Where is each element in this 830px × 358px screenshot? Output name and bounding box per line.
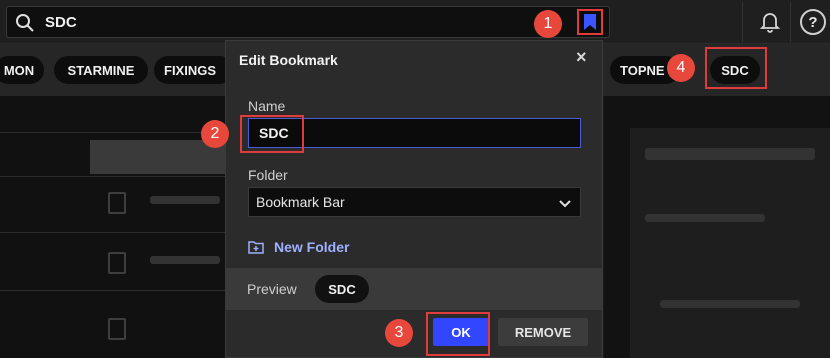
bookmark-icon (584, 14, 596, 30)
annotation-marker-4: 4 (667, 54, 695, 82)
divider (0, 232, 225, 233)
blurred-text (150, 196, 220, 204)
annotation-highlight (705, 47, 767, 89)
preview-chip: SDC (315, 275, 369, 303)
search-query: SDC (45, 14, 77, 31)
divider (0, 176, 225, 177)
preview-row: Preview SDC (226, 268, 602, 310)
annotation-marker-1: 1 (534, 10, 562, 38)
document-icon (108, 192, 126, 214)
blurred-text (150, 256, 220, 264)
annotation-marker-2: 2 (201, 120, 229, 148)
annotation-highlight (426, 312, 490, 356)
search-input[interactable]: SDC (6, 6, 610, 38)
notification-bell-icon[interactable] (758, 10, 782, 34)
preview-label: Preview (247, 281, 297, 297)
new-folder-label: New Folder (274, 239, 350, 255)
background-panel-content (630, 128, 830, 358)
blurred-text (660, 300, 800, 308)
dialog-title: Edit Bookmark (239, 52, 338, 68)
folder-label: Folder (248, 167, 288, 183)
bookmark-chip[interactable]: MON (0, 56, 44, 84)
chevron-down-icon (559, 200, 571, 208)
folder-select-value: Bookmark Bar (256, 194, 345, 210)
remove-button[interactable]: REMOVE (498, 318, 588, 346)
bookmark-chip[interactable]: FIXINGS (154, 56, 234, 84)
blurred-text (645, 148, 815, 160)
bookmark-chip[interactable]: STARMINE (54, 56, 148, 84)
folder-add-icon (248, 241, 264, 254)
divider (0, 290, 225, 291)
document-icon (108, 318, 126, 340)
document-icon (108, 252, 126, 274)
name-label: Name (248, 98, 286, 114)
divider (790, 2, 791, 42)
close-icon[interactable]: × (576, 47, 587, 68)
search-icon (16, 14, 34, 32)
folder-select[interactable]: Bookmark Bar (248, 187, 581, 217)
help-icon[interactable]: ? (800, 9, 826, 35)
annotation-highlight (240, 115, 304, 153)
divider (742, 2, 743, 42)
background-column-header (90, 140, 225, 174)
blurred-text (645, 214, 765, 222)
top-bar: SDC ? (0, 0, 830, 44)
edit-bookmark-dialog: Edit Bookmark × Name SDC Folder Bookmark… (225, 40, 603, 358)
new-folder-button[interactable]: New Folder (248, 237, 349, 257)
annotation-marker-3: 3 (385, 319, 413, 347)
divider (0, 132, 225, 133)
bookmark-button[interactable] (577, 9, 603, 35)
